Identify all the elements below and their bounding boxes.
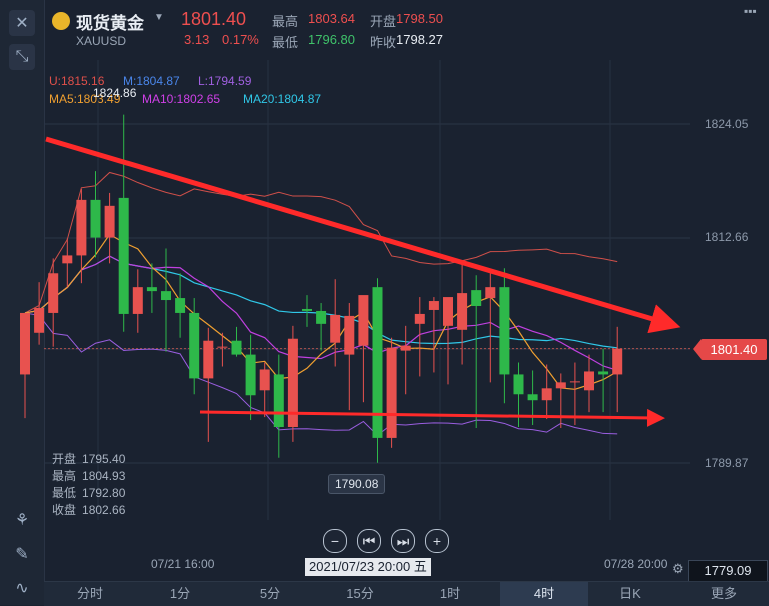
candle-body [217, 346, 228, 348]
candle-body [76, 199, 87, 256]
jump-start-button[interactable]: ⏮ [357, 529, 381, 553]
candle-body [175, 298, 186, 313]
time-label-start: 07/21 16:00 [151, 557, 215, 571]
candle-body [203, 340, 214, 379]
candle-body [20, 312, 30, 375]
ohlc-close-label: 收盘 [52, 503, 77, 517]
bottom-price-value: 1779.09 [688, 560, 768, 582]
candle-body [146, 287, 157, 292]
tab-daily[interactable]: 日K [590, 582, 670, 606]
current-price-tag: 1801.40 [693, 339, 767, 360]
settings-icon[interactable]: ⚙ [672, 561, 684, 577]
candle-body [485, 287, 496, 299]
candle-body [513, 374, 524, 395]
tab-1h[interactable]: 1时 [410, 582, 490, 606]
high-marker-label: 1824.86 [93, 86, 137, 100]
ohlc-close: 1802.66 [82, 503, 126, 517]
candle-body [344, 315, 355, 355]
candle-body [90, 199, 101, 238]
candle-body [34, 307, 45, 333]
zoom-out-button[interactable]: − [323, 529, 347, 553]
candle-body [104, 205, 115, 238]
candle-body [231, 340, 242, 355]
ohlc-low-label: 最低 [52, 486, 77, 500]
ohlc-low: 1792.80 [82, 486, 126, 500]
ohlc-open: 1795.40 [82, 452, 126, 466]
candle-body [189, 312, 200, 379]
candle-body [161, 291, 171, 301]
jump-end-button[interactable]: ⏭ [391, 529, 415, 553]
candle-body [132, 287, 143, 314]
candle-body [598, 371, 609, 375]
chart-app: ✕ ⤡ ⚘ ✎ ∿ 现货黄金 ▼ XAUUSD 1801.40 3.13 0.1… [0, 0, 769, 606]
time-label-end: 07/28 20:00 [604, 557, 668, 571]
candle-body [273, 374, 284, 427]
candle-body [386, 347, 397, 438]
candle-body [316, 310, 327, 324]
candle-body [541, 388, 552, 401]
ohlc-high-label: 最高 [52, 469, 77, 483]
candle-body [555, 382, 566, 389]
candle-body [612, 348, 623, 375]
y-tick-label: 1812.66 [705, 230, 749, 244]
candle-body [118, 197, 129, 314]
ohlc-panel: 开盘 1795.40 最高 1804.93 最低 1792.80 收盘 1802.66 [52, 451, 125, 519]
trend-arrows [45, 136, 681, 427]
candle-body [330, 314, 341, 343]
candle-body [457, 293, 468, 330]
y-tick-label: 1824.05 [705, 117, 749, 131]
candle-body [48, 273, 59, 313]
tab-fenshi[interactable]: 分时 [50, 582, 130, 606]
candle-body [471, 290, 482, 306]
low-marker-label: 1790.08 [328, 474, 386, 494]
candle-body [499, 287, 510, 375]
candle-body [62, 255, 73, 264]
cursor-date: 2021/07/23 20:00 五 [305, 558, 431, 576]
boll-upper-line [24, 171, 618, 314]
tab-4h[interactable]: 4时 [500, 582, 588, 606]
tab-1min[interactable]: 1分 [140, 582, 220, 606]
tab-5min[interactable]: 5分 [230, 582, 310, 606]
candle-body [527, 394, 538, 401]
candle-body [400, 345, 411, 351]
candle-body [358, 295, 369, 346]
ohlc-open-label: 开盘 [52, 452, 77, 466]
zoom-in-button[interactable]: + [425, 529, 449, 553]
tab-more[interactable]: 更多 [684, 582, 764, 606]
candle-body [584, 371, 594, 391]
y-tick-label: 1789.87 [705, 456, 749, 470]
tab-15min[interactable]: 15分 [320, 582, 400, 606]
ohlc-high: 1804.93 [82, 469, 126, 483]
candle-body [302, 308, 312, 311]
candles [20, 114, 623, 463]
candle-body [569, 381, 580, 383]
candle-body [443, 297, 453, 326]
candle-body [259, 369, 270, 391]
candle-body [414, 313, 425, 324]
timeframe-bar: 分时 1分 5分 15分 1时 4时 日K 更多 [44, 581, 769, 606]
candle-body [428, 301, 439, 310]
candle-body [245, 354, 256, 396]
